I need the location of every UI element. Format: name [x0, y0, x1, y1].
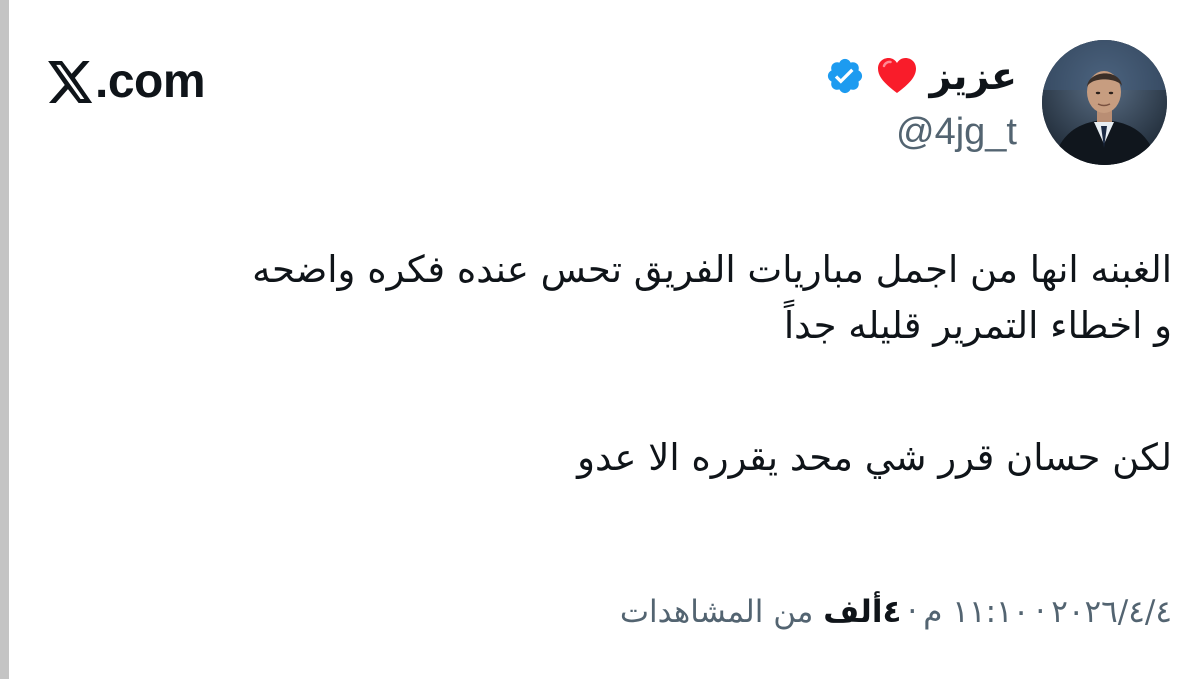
brand-text: .com [95, 55, 206, 108]
tweet-line: و اخطاء التمرير قليله جداً [783, 304, 1172, 347]
display-name[interactable]: عزيز [929, 48, 1017, 104]
quote-rule [0, 0, 9, 679]
heart-emoji-icon [877, 57, 917, 95]
tweet-date[interactable]: ٢٠٢٦/٤/٤ [1051, 594, 1172, 630]
tweet-line: لكن حسان قرر شي محد يقرره الا عدو [577, 436, 1172, 479]
avatar-photo [1042, 40, 1167, 165]
meta-separator: · [1035, 594, 1046, 630]
author-handle[interactable]: @4jg_t [896, 108, 1017, 156]
tweet-text: الغبنه انها من اجمل مباريات الفريق تحس ع… [22, 242, 1172, 486]
tweet-time[interactable]: ١١:١٠ م [923, 594, 1029, 630]
author-name-row[interactable]: عزيز [825, 48, 1017, 104]
tweet-meta: ٢٠٢٦/٤/٤·١١:١٠ م·٤ألف من المشاهدات [620, 588, 1172, 636]
avatar[interactable] [1042, 40, 1167, 165]
views-count: ٤ألف [823, 594, 902, 630]
verified-badge-icon[interactable] [825, 56, 865, 96]
meta-separator: · [907, 594, 918, 630]
tweet-card: .com عزيز @4jg_t الغبنه انها من اجمل مبا… [0, 0, 1200, 679]
brand-logo[interactable]: .com [48, 55, 206, 108]
tweet-line: الغبنه انها من اجمل مباريات الفريق تحس ع… [252, 248, 1172, 291]
x-logo-icon [48, 61, 93, 103]
views-label: من المشاهدات [619, 594, 814, 630]
